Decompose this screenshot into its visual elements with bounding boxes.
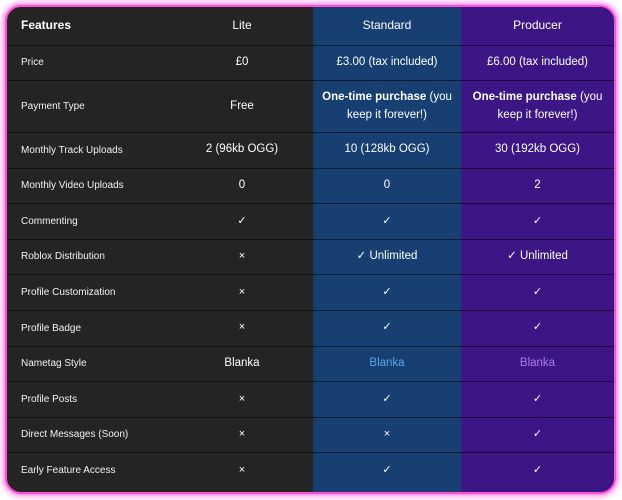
standard-early-access-cell: ✓	[313, 453, 461, 489]
feature-label-profile-posts: Profile Posts	[7, 381, 171, 418]
standard-price: £3.00 (tax included)	[313, 45, 461, 82]
table-header-row: Features Lite Standard Producer	[7, 7, 614, 46]
cross-icon: ×	[238, 285, 246, 298]
check-icon: ✓	[532, 392, 543, 405]
cross-icon: ×	[238, 250, 246, 263]
producer-badge-cell: ✓	[461, 310, 614, 347]
check-icon: ✓	[532, 464, 543, 477]
lite-badge-cell: ×	[171, 310, 313, 347]
check-icon: ✓	[532, 214, 543, 227]
table-row-commenting: Commenting ✓ ✓ ✓	[7, 203, 614, 240]
standard-posts-cell: ✓	[313, 381, 461, 418]
cross-icon: ×	[238, 428, 246, 441]
check-icon: ✓	[382, 285, 392, 298]
feature-label-price: Price	[7, 45, 171, 82]
table-row-track-uploads: Monthly Track Uploads 2 (96kb OGG) 10 (1…	[7, 132, 614, 169]
table-row-video-uploads: Monthly Video Uploads 0 0 2	[7, 168, 614, 205]
table-row-direct-messages: Direct Messages (Soon) × × ✓	[7, 417, 614, 454]
feature-label-video-uploads: Monthly Video Uploads	[7, 168, 171, 205]
standard-roblox-distribution: ✓ Unlimited	[313, 239, 461, 276]
check-icon: ✓	[382, 392, 392, 405]
producer-commenting-cell: ✓	[461, 203, 614, 240]
feature-label-profile-badge: Profile Badge	[7, 310, 171, 347]
producer-messages-cell: ✓	[461, 417, 614, 454]
cross-icon: ×	[383, 428, 391, 441]
check-icon: ✓	[237, 214, 247, 227]
plan-comparison-table: Features Lite Standard Producer Price £0…	[7, 7, 614, 489]
table-row-profile-customization: Profile Customization × ✓ ✓	[7, 274, 614, 312]
feature-label-direct-messages: Direct Messages (Soon)	[7, 417, 171, 454]
lite-nametag-style: Blanka	[171, 346, 313, 383]
cross-icon: ×	[238, 321, 246, 334]
feature-label-commenting: Commenting	[7, 203, 171, 240]
check-icon: ✓	[382, 321, 392, 334]
check-icon: ✓	[532, 321, 543, 334]
table-row-nametag-style: Nametag Style Blanka Blanka Blanka	[7, 346, 614, 383]
producer-payment-type-emphasis: One-time purchase	[472, 90, 577, 103]
table-row-roblox-distribution: Roblox Distribution × ✓ Unlimited ✓ Unli…	[7, 239, 614, 276]
standard-video-uploads: 0	[313, 168, 461, 205]
producer-video-uploads: 2	[461, 168, 614, 205]
standard-customization-cell: ✓	[313, 274, 461, 312]
lite-video-uploads: 0	[171, 168, 313, 205]
table-row-profile-posts: Profile Posts × ✓ ✓	[7, 381, 614, 418]
lite-commenting-cell: ✓	[171, 203, 313, 240]
lite-customization-cell: ×	[171, 274, 313, 312]
check-icon: ✓	[382, 214, 392, 227]
feature-label-payment-type: Payment Type	[7, 80, 171, 134]
table-row-price: Price £0 £3.00 (tax included) £6.00 (tax…	[7, 45, 614, 82]
features-column-header: Features	[7, 7, 171, 46]
standard-badge-cell: ✓	[313, 310, 461, 347]
table-row-payment-type: Payment Type Free One-time purchase (you…	[7, 80, 614, 134]
standard-payment-type-emphasis: One-time purchase	[322, 90, 427, 103]
cross-icon: ×	[238, 392, 246, 405]
lite-track-uploads: 2 (96kb OGG)	[171, 132, 313, 169]
standard-nametag-style: Blanka	[313, 346, 461, 383]
standard-payment-type: One-time purchase (you keep it forever!)	[313, 80, 461, 134]
producer-customization-cell: ✓	[461, 274, 614, 312]
standard-track-uploads: 10 (128kb OGG)	[313, 132, 461, 169]
lite-plan-header: Lite	[171, 7, 313, 46]
table-row-early-feature-access: Early Feature Access × ✓ ✓	[7, 453, 614, 489]
producer-payment-type: One-time purchase (you keep it forever!)	[461, 80, 614, 134]
cross-icon: ×	[238, 464, 246, 477]
producer-track-uploads: 30 (192kb OGG)	[461, 132, 614, 169]
standard-messages-cell: ×	[313, 417, 461, 454]
check-icon: ✓	[382, 464, 392, 477]
producer-early-access-cell: ✓	[461, 453, 614, 489]
feature-label-nametag-style: Nametag Style	[7, 346, 171, 383]
check-icon: ✓	[532, 428, 543, 441]
feature-label-roblox-distribution: Roblox Distribution	[7, 239, 171, 276]
producer-roblox-distribution: ✓ Unlimited	[461, 239, 614, 276]
check-icon: ✓	[532, 285, 543, 298]
lite-payment-type: Free	[171, 80, 313, 134]
lite-posts-cell: ×	[171, 381, 313, 418]
lite-messages-cell: ×	[171, 417, 313, 454]
table-row-profile-badge: Profile Badge × ✓ ✓	[7, 310, 614, 347]
pricing-comparison-card: Features Lite Standard Producer Price £0…	[5, 5, 616, 494]
standard-commenting-cell: ✓	[313, 203, 461, 240]
feature-label-track-uploads: Monthly Track Uploads	[7, 132, 171, 169]
lite-roblox-cell: ×	[171, 239, 313, 276]
producer-price: £6.00 (tax included)	[461, 45, 614, 82]
lite-early-access-cell: ×	[171, 453, 313, 489]
feature-label-early-feature-access: Early Feature Access	[21, 465, 116, 477]
lite-price: £0	[171, 45, 313, 82]
feature-label-profile-customization: Profile Customization	[7, 274, 171, 312]
producer-plan-header: Producer	[461, 7, 614, 46]
producer-posts-cell: ✓	[461, 381, 614, 418]
producer-nametag-style: Blanka	[461, 346, 614, 383]
standard-plan-header: Standard	[313, 7, 461, 46]
